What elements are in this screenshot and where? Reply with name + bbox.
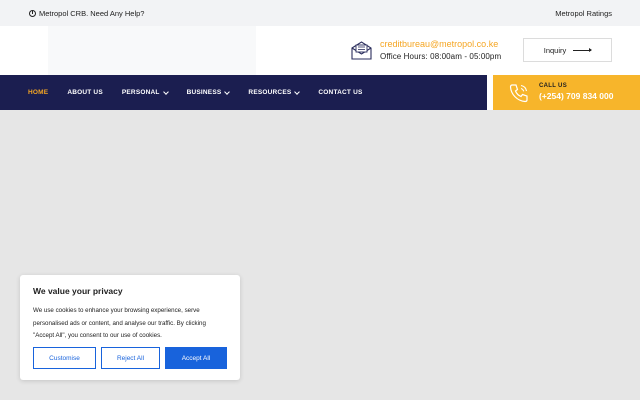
help-text: Metropol CRB. Need Any Help?	[39, 8, 145, 18]
reject-all-button[interactable]: Reject All	[101, 347, 160, 369]
envelope-icon	[351, 41, 372, 60]
nav-item-label: PERSONAL	[121, 89, 160, 96]
clock-icon	[29, 9, 36, 17]
phone-icon	[509, 84, 528, 103]
nav-item-resources[interactable]: RESOURCES	[248, 88, 301, 96]
nav-item-business[interactable]: BUSINESS	[186, 88, 231, 96]
chevron-down-icon	[294, 88, 301, 95]
customise-button[interactable]: Customise	[33, 347, 96, 369]
call-us-box[interactable]: CALL US (+254) 709 834 000	[493, 75, 640, 110]
nav-item-label: HOME	[28, 89, 49, 96]
nav-item-label: ABOUT US	[67, 89, 103, 96]
inquiry-label: Inquiry	[543, 45, 567, 55]
call-us-label: CALL US	[539, 83, 567, 89]
cookie-actions: Customise Reject All Accept All	[33, 347, 227, 369]
nav-item-contact[interactable]: CONTACT US	[318, 89, 362, 96]
ratings-link[interactable]: Metropol Ratings	[555, 9, 612, 18]
inquiry-button[interactable]: Inquiry	[523, 38, 612, 62]
office-hours: Office Hours: 08:00am - 05:00pm	[380, 52, 502, 61]
site-header: creditbureau@metropol.co.ke Office Hours…	[0, 26, 640, 75]
nav-item-about[interactable]: ABOUT US	[67, 89, 103, 96]
nav-item-label: BUSINESS	[186, 89, 222, 96]
nav-item-personal[interactable]: PERSONAL	[121, 88, 169, 96]
top-bar: Metropol CRB. Need Any Help? Metropol Ra…	[0, 0, 640, 26]
help-info: Metropol CRB. Need Any Help?	[29, 9, 144, 18]
phone-number[interactable]: (+254) 709 834 000	[539, 91, 613, 101]
chevron-down-icon	[162, 88, 169, 95]
nav-item-label: RESOURCES	[248, 89, 292, 96]
arrow-right-icon	[573, 47, 593, 52]
nav-item-home[interactable]: HOME	[28, 89, 48, 96]
contact-email[interactable]: creditbureau@metropol.co.ke	[380, 39, 498, 49]
accept-all-button[interactable]: Accept All	[165, 347, 227, 369]
cookie-description: We use cookies to enhance your browsing …	[33, 307, 206, 339]
cookie-title: We value your privacy	[33, 286, 123, 296]
logo[interactable]	[48, 26, 256, 75]
chevron-down-icon	[224, 88, 231, 95]
cookie-consent-banner: We value your privacy We use cookies to …	[20, 275, 240, 380]
nav-item-label: CONTACT US	[318, 89, 363, 96]
main-nav: HOME ABOUT US PERSONAL BUSINESS RESOURCE…	[0, 75, 487, 110]
